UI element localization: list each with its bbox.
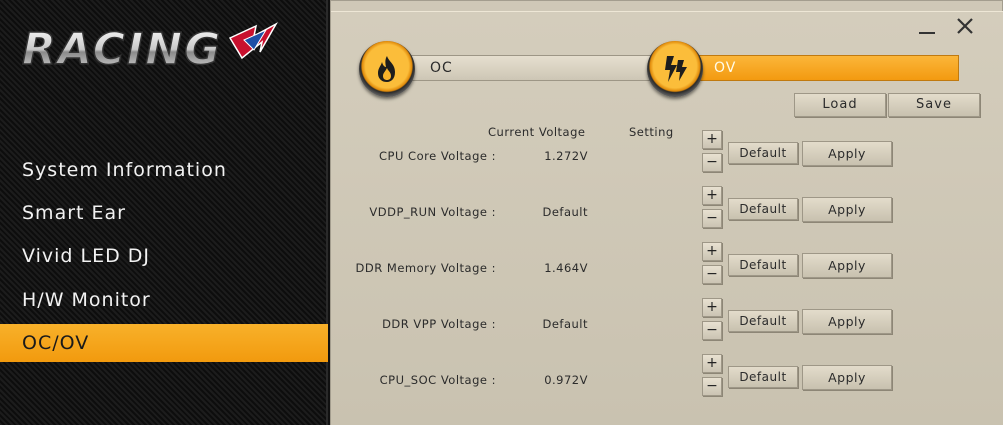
sidebar: RACING System Information Smart Ear Vivi… — [0, 0, 328, 425]
apply-button[interactable]: Apply — [802, 365, 892, 390]
voltage-row: DDR VPP Voltage : Default + − Default Ap… — [330, 298, 1003, 354]
tab-oc[interactable]: OC — [389, 55, 659, 81]
apply-button[interactable]: Apply — [802, 309, 892, 334]
apply-button[interactable]: Apply — [802, 253, 892, 278]
sidebar-item-smart-ear[interactable]: Smart Ear — [0, 194, 328, 232]
increase-button[interactable]: + — [702, 242, 722, 261]
svg-text:RACING: RACING — [22, 24, 222, 74]
voltage-row: VDDP_RUN Voltage : Default + − Default A… — [330, 186, 1003, 242]
increase-button[interactable]: + — [702, 186, 722, 205]
save-button[interactable]: Save — [888, 93, 980, 117]
sidebar-item-vivid-led-dj[interactable]: Vivid LED DJ — [0, 237, 328, 275]
minimize-icon — [919, 32, 935, 34]
load-button[interactable]: Load — [794, 93, 886, 117]
close-icon — [957, 18, 973, 34]
current-voltage-value: Default — [542, 317, 588, 331]
current-voltage-value: 1.272V — [544, 149, 588, 163]
increase-button[interactable]: + — [702, 130, 722, 149]
minimize-button[interactable] — [916, 15, 938, 37]
apply-button[interactable]: Apply — [802, 141, 892, 166]
close-button[interactable] — [954, 15, 976, 37]
tab-ov-label: OV — [714, 60, 737, 76]
decrease-button[interactable]: − — [702, 209, 722, 228]
tab-bar: OC OV — [359, 41, 963, 101]
apply-button[interactable]: Apply — [802, 197, 892, 222]
voltage-row: DDR Memory Voltage : 1.464V + − Default … — [330, 242, 1003, 298]
voltage-label: VDDP_RUN Voltage : — [369, 205, 496, 219]
voltage-row: CPU Core Voltage : 1.272V + − Default Ap… — [330, 130, 1003, 186]
tab-ov[interactable]: OV — [679, 55, 959, 81]
default-button[interactable]: Default — [728, 310, 798, 332]
voltage-label: CPU_SOC Voltage : — [379, 373, 496, 387]
current-voltage-value: Default — [542, 205, 588, 219]
voltage-label: CPU Core Voltage : — [379, 149, 496, 163]
voltage-label: DDR Memory Voltage : — [355, 261, 496, 275]
current-voltage-value: 0.972V — [544, 373, 588, 387]
sidebar-item-hw-monitor[interactable]: H/W Monitor — [0, 281, 328, 319]
decrease-button[interactable]: − — [702, 321, 722, 340]
sidebar-item-system-information[interactable]: System Information — [0, 151, 328, 189]
current-voltage-value: 1.464V — [544, 261, 588, 275]
sidebar-item-oc-ov[interactable]: OC/OV — [0, 324, 328, 362]
racing-logo: RACING — [18, 18, 280, 76]
default-button[interactable]: Default — [728, 198, 798, 220]
increase-button[interactable]: + — [702, 298, 722, 317]
flame-icon[interactable] — [359, 41, 415, 97]
decrease-button[interactable]: − — [702, 265, 722, 284]
default-button[interactable]: Default — [728, 254, 798, 276]
decrease-button[interactable]: − — [702, 153, 722, 172]
default-button[interactable]: Default — [728, 142, 798, 164]
voltage-row: CPU_SOC Voltage : 0.972V + − Default App… — [330, 354, 1003, 410]
increase-button[interactable]: + — [702, 354, 722, 373]
decrease-button[interactable]: − — [702, 377, 722, 396]
lightning-icon[interactable] — [647, 41, 703, 97]
default-button[interactable]: Default — [728, 366, 798, 388]
voltage-label: DDR VPP Voltage : — [382, 317, 496, 331]
tab-oc-label: OC — [430, 60, 453, 76]
